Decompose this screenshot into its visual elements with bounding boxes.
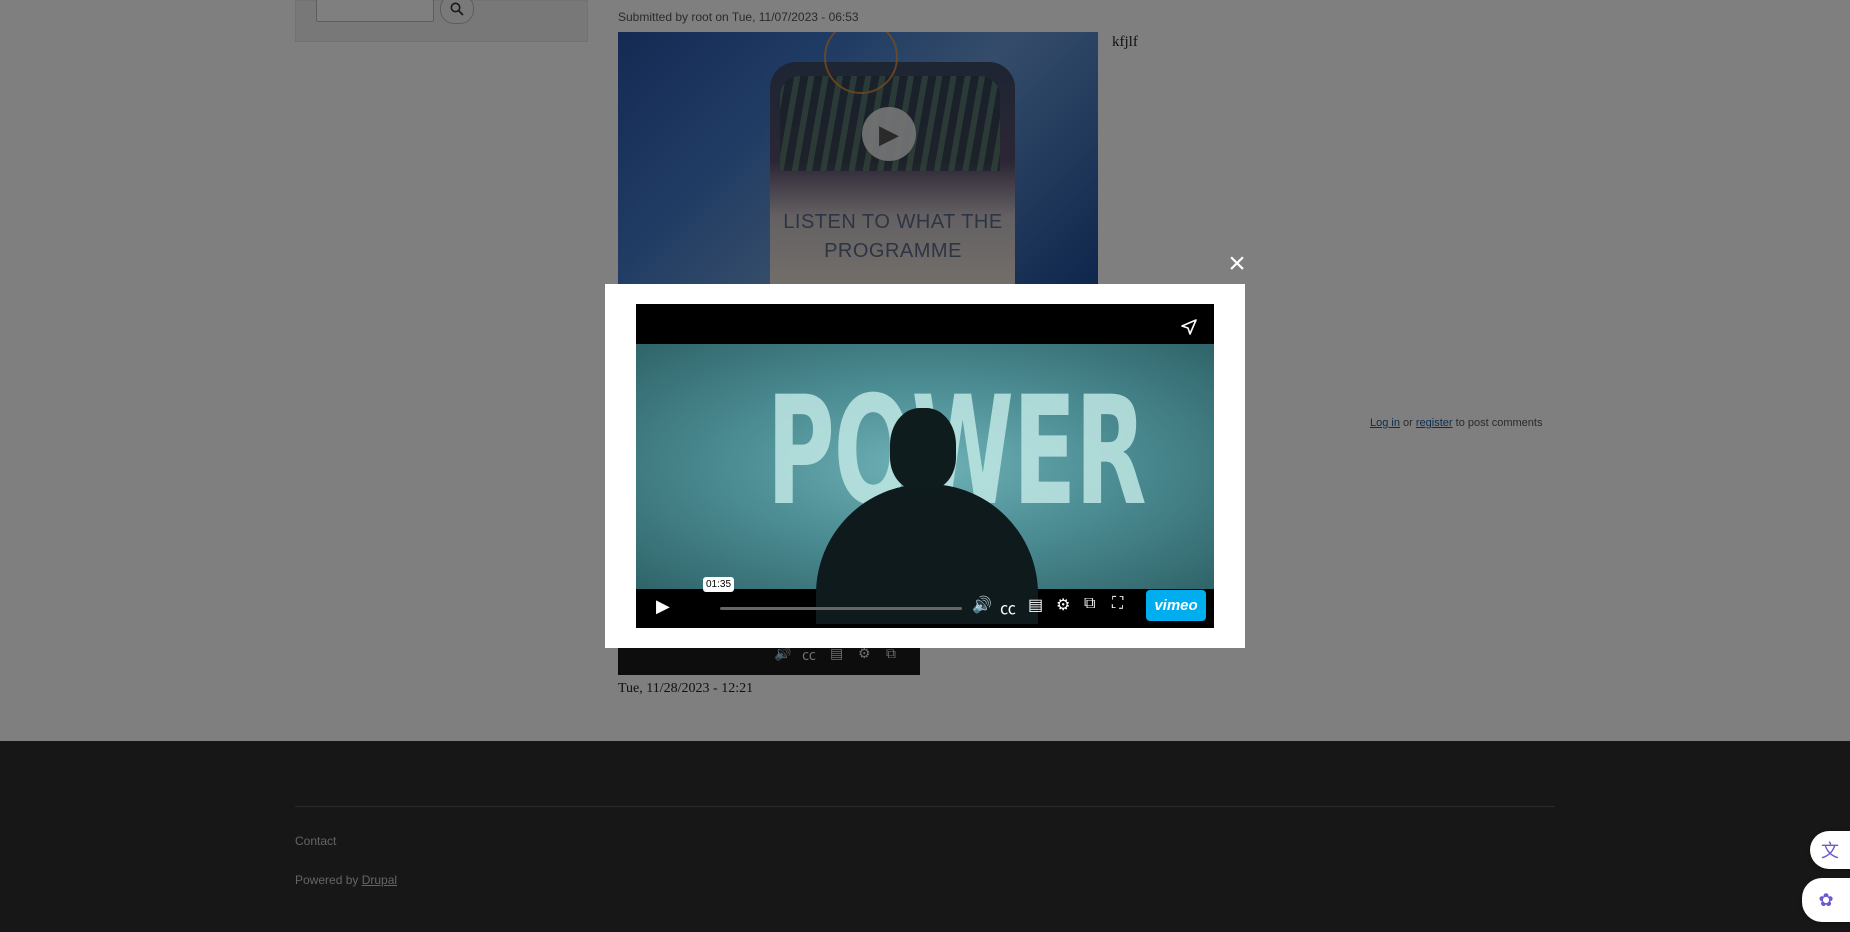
play-icon[interactable]: ▶ bbox=[656, 596, 670, 617]
translate-icon[interactable]: 文 bbox=[1810, 831, 1850, 869]
silhouette-head bbox=[890, 408, 956, 490]
cc-icon[interactable]: ㏄ bbox=[1000, 595, 1016, 619]
fullscreen-icon[interactable]: ⛶ bbox=[1112, 595, 1123, 613]
vimeo-logo[interactable]: vimeo bbox=[1146, 590, 1206, 621]
picture-in-picture-icon[interactable]: ⧉ bbox=[1084, 595, 1095, 613]
video-modal: POWER ▶ 01:35 🔊 ㏄ ▤ ⚙ ⧉ ⛶ vimeo bbox=[605, 284, 1245, 648]
video-frame: POWER bbox=[636, 344, 1214, 624]
vimeo-player[interactable]: POWER ▶ 01:35 🔊 ㏄ ▤ ⚙ ⧉ ⛶ vimeo bbox=[636, 304, 1214, 628]
volume-icon[interactable]: 🔊 bbox=[972, 595, 992, 615]
close-icon[interactable]: × bbox=[1224, 249, 1250, 279]
transcript-icon[interactable]: ▤ bbox=[1028, 595, 1043, 615]
player-controls: ▶ 01:35 🔊 ㏄ ▤ ⚙ ⧉ ⛶ vimeo bbox=[636, 577, 1214, 628]
gear-icon[interactable]: ⚙ bbox=[1056, 595, 1070, 615]
progress-bar[interactable] bbox=[720, 607, 962, 610]
time-tooltip: 01:35 bbox=[703, 577, 735, 592]
share-icon[interactable] bbox=[1178, 316, 1200, 338]
brain-icon[interactable]: ✿ bbox=[1802, 878, 1850, 922]
